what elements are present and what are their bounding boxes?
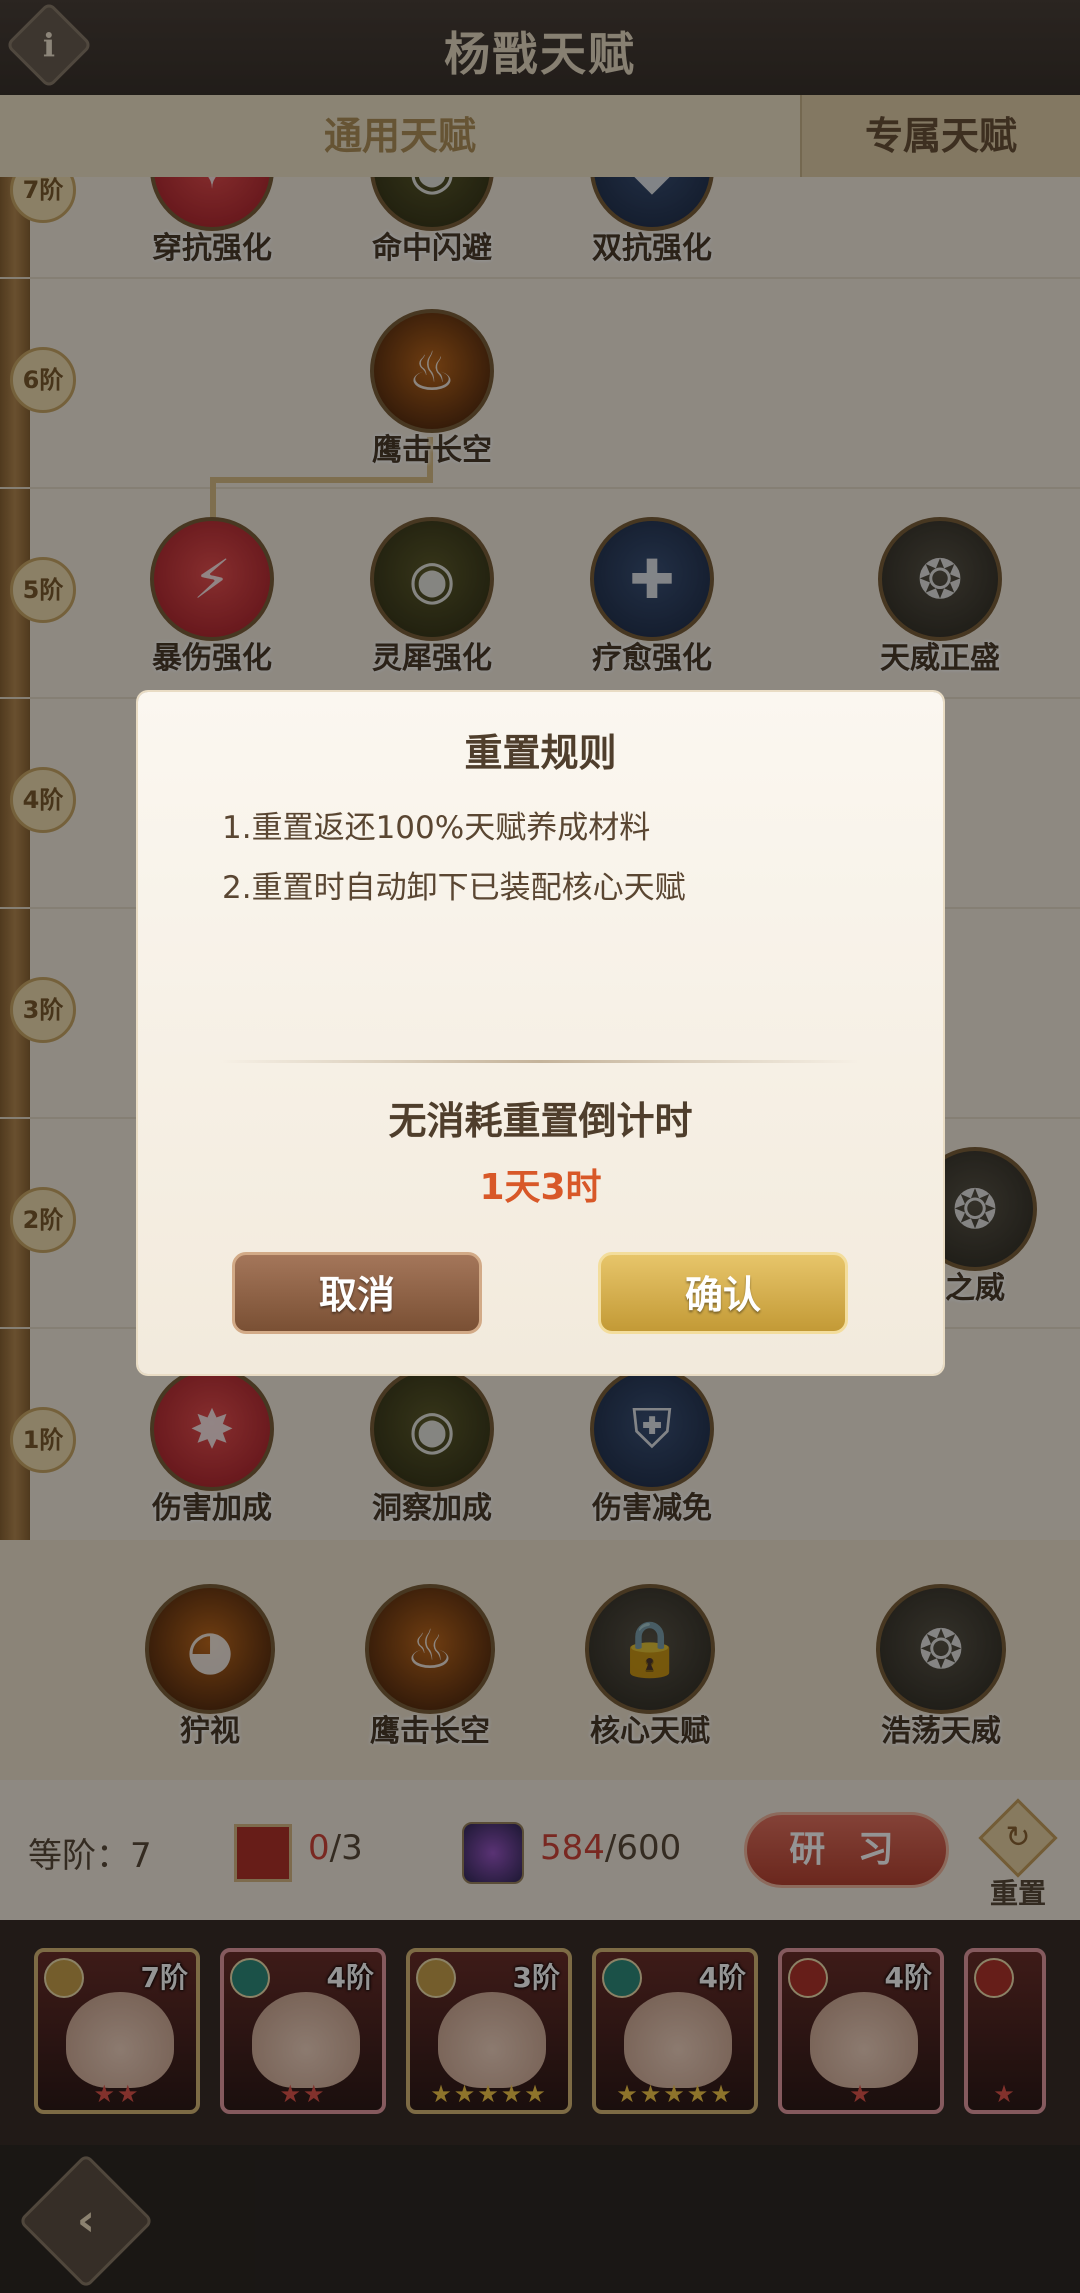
countdown-value: 1天3时 bbox=[479, 1167, 602, 1208]
dialog-title: 重置规则 bbox=[464, 731, 617, 775]
rule-line-1: 1.重置返还100%天赋养成材料 bbox=[222, 810, 651, 846]
cancel-button[interactable]: 取消 bbox=[232, 1252, 482, 1334]
reset-rules-dialog: 重置规则 1.重置返还100%天赋养成材料 2.重置时自动卸下已装配核心天赋 无… bbox=[138, 692, 943, 1374]
countdown-label: 无消耗重置倒计时 bbox=[388, 1099, 693, 1143]
confirm-button[interactable]: 确认 bbox=[598, 1252, 848, 1334]
rule-line-2: 2.重置时自动卸下已装配核心天赋 bbox=[222, 870, 686, 906]
talent-screen: i 杨戬天赋 通用天赋 专属天赋 7阶 6阶 5阶 4阶 3阶 2阶 1阶 ✦ … bbox=[0, 0, 1080, 2293]
dialog-divider bbox=[220, 1060, 860, 1063]
